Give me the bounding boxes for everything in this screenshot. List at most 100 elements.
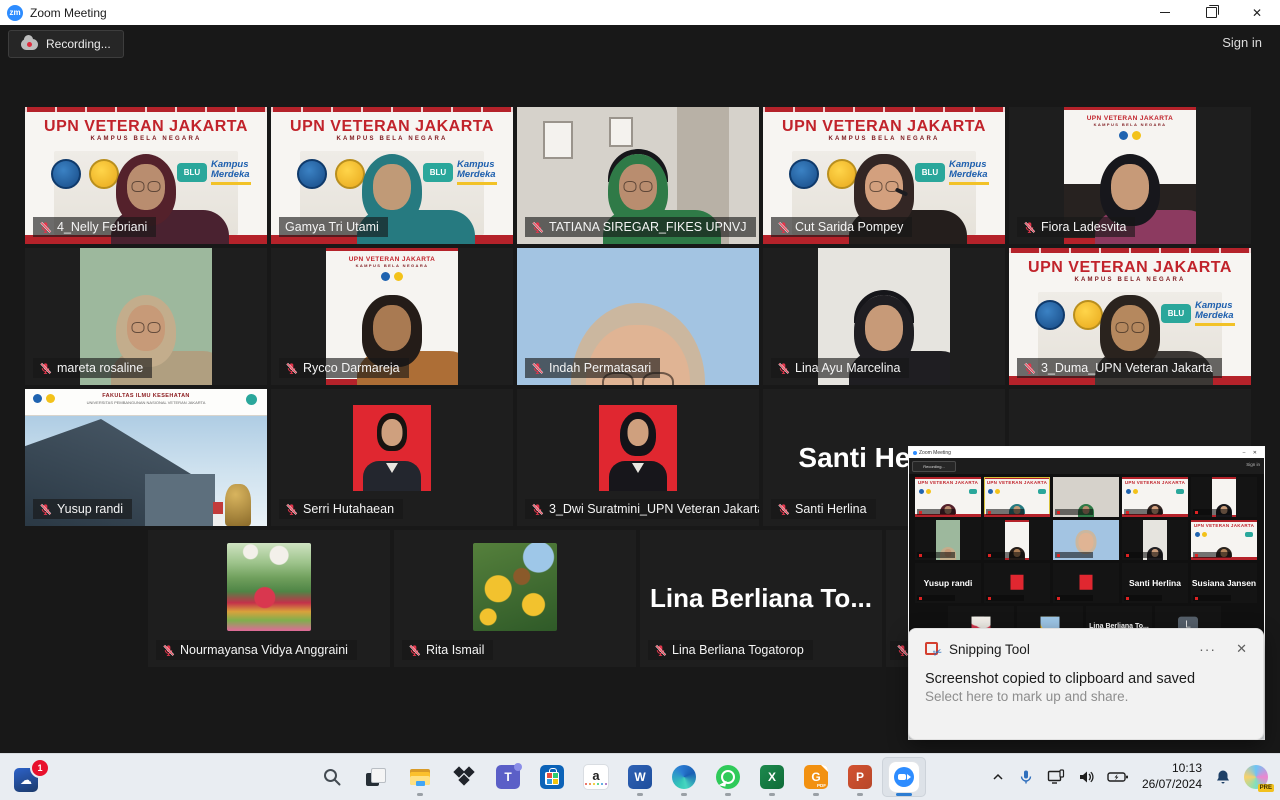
- pip-participant-tile: [915, 520, 981, 560]
- widgets-button[interactable]: ☁ 1: [14, 760, 48, 794]
- participant-tile[interactable]: UPN VETERAN JAKARTAKAMPUS BELA NEGARABLU…: [1009, 248, 1251, 385]
- taskbar-app-excel[interactable]: X: [750, 757, 794, 797]
- taskbar-app-dropbox[interactable]: [442, 757, 486, 797]
- upn-subtitle: KAMPUS BELA NEGARA: [763, 136, 1005, 142]
- face: [373, 164, 411, 210]
- participant-name-label: Yusup randi: [33, 499, 132, 519]
- tray-chevron-icon[interactable]: [991, 770, 1005, 784]
- upn-title: UPN VETERAN JAKARTA: [25, 118, 267, 136]
- participant-name-label: Gamya Tri Utami: [279, 217, 388, 237]
- minimize-icon: [1160, 12, 1170, 13]
- participant-name: mareta rosaline: [57, 361, 143, 375]
- participant-tile[interactable]: Indah Permatasari: [517, 248, 759, 385]
- participant-tile[interactable]: UPN VETERAN JAKARTAKAMPUS BELA NEGARARyc…: [271, 248, 513, 385]
- head-wrap: [854, 295, 914, 367]
- recording-label: Recording...: [46, 37, 111, 51]
- taskbar-app-zoom[interactable]: [882, 757, 926, 797]
- notification-submessage[interactable]: Select here to mark up and share.: [909, 687, 1263, 704]
- taskbar-app-edge[interactable]: [662, 757, 706, 797]
- participant-tile[interactable]: TATIANA SIREGAR_FIKES UPNVJ: [517, 107, 759, 244]
- suit: [609, 461, 667, 491]
- close-button[interactable]: ✕: [1234, 0, 1280, 25]
- clock-time: 10:13: [1142, 761, 1202, 777]
- search-icon: [319, 764, 345, 790]
- participant-tile[interactable]: Lina Ayu Marcelina: [763, 248, 1005, 385]
- participant-tile[interactable]: UPN VETERAN JAKARTAKAMPUS BELA NEGARAFio…: [1009, 107, 1251, 244]
- notification-close-icon[interactable]: ✕: [1236, 641, 1247, 657]
- window-titlebar: zm Zoom Meeting ✕: [0, 0, 1280, 25]
- participant-tile[interactable]: UPN VETERAN JAKARTAKAMPUS BELA NEGARABLU…: [25, 107, 267, 244]
- upn-subtitle-small: KAMPUS BELA NEGARA: [326, 263, 458, 268]
- fikes-banner: FAKULTAS ILMU KESEHATANUNIVERSITAS PEMBA…: [25, 389, 267, 416]
- flower-garden-avatar: [227, 543, 311, 631]
- tray-cast-display-icon[interactable]: [1047, 769, 1065, 785]
- tray-volume-icon[interactable]: [1078, 769, 1094, 785]
- hijab: [620, 412, 656, 456]
- notification-more-icon[interactable]: ···: [1199, 641, 1216, 657]
- whatsapp-icon: [716, 765, 740, 789]
- participant-name-label: Cut Sarida Pompey: [771, 217, 912, 237]
- taskbar-app-gom-pdf[interactable]: GPDF: [794, 757, 838, 797]
- participant-name: Indah Permatasari: [549, 361, 651, 375]
- tray-battery-icon[interactable]: [1107, 770, 1129, 784]
- pip-recording-indicator: Recording...: [912, 461, 956, 472]
- pip-name-strip: [1124, 552, 1162, 558]
- taskbar-app-amazon[interactable]: a: [574, 757, 618, 797]
- tray-notification-bell-icon[interactable]: [1215, 769, 1231, 785]
- video-grid-row: UPN VETERAN JAKARTAKAMPUS BELA NEGARABLU…: [25, 107, 1253, 244]
- participant-tile[interactable]: 3_Dwi Suratmini_UPN Veteran Jakarta: [517, 389, 759, 526]
- upn-title: UPN VETERAN JAKARTA: [1009, 259, 1251, 277]
- pip-titlebar: Zoom Meeting– ✕: [909, 447, 1264, 458]
- sign-in-link[interactable]: Sign in: [1222, 35, 1262, 50]
- restore-button[interactable]: [1188, 0, 1234, 25]
- pip-participant-tile: [1053, 563, 1119, 603]
- snipping-tool-notification[interactable]: ✂ Snipping Tool ··· ✕ Screenshot copied …: [908, 628, 1264, 740]
- taskbar-app-explorer[interactable]: [398, 757, 442, 797]
- participant-tile[interactable]: FAKULTAS ILMU KESEHATANUNIVERSITAS PEMBA…: [25, 389, 267, 526]
- file-explorer-icon: [407, 764, 433, 790]
- participant-name: TATIANA SIREGAR_FIKES UPNVJ: [549, 220, 747, 234]
- task-view-icon: [363, 764, 389, 790]
- upn-social-strip: [271, 107, 513, 112]
- participant-tile[interactable]: Lina Berliana To...Lina Berliana Togator…: [640, 530, 882, 667]
- participant-tile[interactable]: Serri Hutahaean: [271, 389, 513, 526]
- participant-tile[interactable]: UPN VETERAN JAKARTAKAMPUS BELA NEGARABLU…: [763, 107, 1005, 244]
- participant-name: Rita Ismail: [426, 643, 484, 657]
- participant-name: 3_Duma_UPN Veteran Jakarta: [1041, 361, 1213, 375]
- pip-participant-tile: UPN VETERAN JAKARTA: [984, 477, 1050, 517]
- pip-zoom-icon: [913, 451, 917, 455]
- recording-indicator[interactable]: Recording...: [8, 30, 124, 58]
- taskbar-app-taskview[interactable]: [354, 757, 398, 797]
- zoom-app-icon: zm: [7, 5, 23, 21]
- taskbar-app-teams[interactable]: T: [486, 757, 530, 797]
- taskbar-app-start[interactable]: [266, 757, 310, 797]
- taskbar-app-whatsapp[interactable]: [706, 757, 750, 797]
- participant-tile[interactable]: mareta rosaline: [25, 248, 267, 385]
- taskbar-app-word[interactable]: W: [618, 757, 662, 797]
- powerpoint-icon: P: [848, 765, 872, 789]
- copilot-preview-badge: PRE: [1258, 784, 1274, 792]
- pip-participant-tile: UPN VETERAN JAKARTA: [915, 477, 981, 517]
- taskbar-app-search[interactable]: [310, 757, 354, 797]
- taskbar-app-powerpoint[interactable]: P: [838, 757, 882, 797]
- face: [865, 305, 903, 351]
- pip-grid-row: UPN VETERAN JAKARTAUPN VETERAN JAKARTAUP…: [915, 477, 1258, 517]
- teams-icon: T: [496, 765, 520, 789]
- minimize-button[interactable]: [1142, 0, 1188, 25]
- head-wrap: [1100, 154, 1160, 226]
- participant-tile[interactable]: UPN VETERAN JAKARTAKAMPUS BELA NEGARABLU…: [271, 107, 513, 244]
- participant-name-label: 3_Dwi Suratmini_UPN Veteran Jakarta: [525, 499, 759, 519]
- taskbar-clock[interactable]: 10:13 26/07/2024: [1142, 761, 1202, 792]
- participant-tile[interactable]: Nourmayansa Vidya Anggraini: [148, 530, 390, 667]
- participant-name: Yusup randi: [57, 502, 123, 516]
- excel-icon: X: [760, 765, 784, 789]
- muted-mic-icon: [531, 362, 544, 375]
- tray-microphone-icon[interactable]: [1018, 769, 1034, 785]
- pip-participant-tile: [1122, 520, 1188, 560]
- taskbar-app-store[interactable]: [530, 757, 574, 797]
- participant-tile[interactable]: Rita Ismail: [394, 530, 636, 667]
- snipping-tool-icon: ✂: [925, 641, 941, 657]
- copilot-button[interactable]: PRE: [1244, 765, 1268, 789]
- upn-logo: [46, 394, 55, 403]
- muted-mic-icon: [654, 644, 667, 657]
